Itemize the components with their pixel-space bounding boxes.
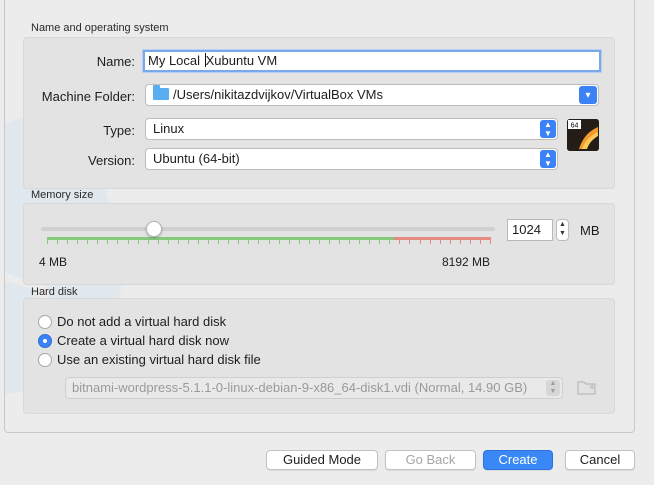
existing-disk-value: bitnami-wordpress-5.1.1-0-linux-debian-9… [72,380,528,395]
memory-unit: MB [580,223,600,238]
version-select[interactable]: Ubuntu (64-bit) ▲ ▼ [145,148,558,170]
memory-input[interactable]: 1024 [507,219,553,241]
radio-label: Create a virtual hard disk now [57,333,229,348]
memory-slider-track[interactable] [41,227,495,231]
go-back-button[interactable]: Go Back [385,450,476,470]
radio-button[interactable] [38,314,52,329]
name-text-a: My Local [148,53,204,68]
create-button[interactable]: Create [483,450,553,470]
radio-label: Use an existing virtual hard disk file [57,352,261,367]
memory-stepper[interactable]: ▲ ▼ [556,219,569,241]
cancel-button[interactable]: Cancel [565,450,635,470]
folder-icon [577,381,596,395]
guided-mode-button[interactable]: Guided Mode [266,450,378,470]
memory-slider-ticks [47,237,491,244]
ubuntu-os-icon: 64 [567,119,599,151]
memory-min-label: 4 MB [39,255,68,269]
memory-max-label: 8192 MB [442,255,491,269]
existing-disk-select[interactable]: bitnami-wordpress-5.1.1-0-linux-debian-9… [65,377,563,399]
memory-slider-thumb[interactable] [146,221,162,237]
machine-folder-label: Machine Folder: [41,89,135,104]
updown-chevron-icon: ▲ ▼ [540,120,556,138]
os-logo-graphic: 64 [567,119,599,151]
updown-chevron-icon: ▲ ▼ [546,380,560,396]
type-select[interactable]: Linux ▲ ▼ [145,118,558,140]
section-title-name-os: Name and operating system [31,22,169,34]
version-label: Version: [88,153,135,168]
section-title-hard-disk: Hard disk [31,286,78,298]
radio-button[interactable] [38,352,52,367]
type-value: Linux [153,121,185,136]
wizard-panel: Name and operating system Name: My Local… [4,0,635,433]
name-label: Name: [96,54,135,69]
machine-folder-value: /Users/nikitazdvijkov/VirtualBox VMs [173,87,383,102]
section-title-memory: Memory size [31,189,94,201]
os-badge: 64 [571,123,579,130]
choose-disk-file-button[interactable] [576,377,598,397]
radio-no-disk[interactable]: Do not add a virtual hard disk [38,314,226,329]
radio-existing-disk[interactable]: Use an existing virtual hard disk file [38,352,261,367]
folder-icon [153,85,169,100]
radio-label: Do not add a virtual hard disk [57,314,227,329]
name-input[interactable]: My Local Xubuntu VM [143,50,601,72]
radio-button-selected[interactable] [38,333,52,348]
chevron-down-icon: ▾ [579,86,597,104]
updown-chevron-icon: ▲ ▼ [540,150,556,168]
machine-folder-select[interactable]: /Users/nikitazdvijkov/VirtualBox VMs ▾ [145,84,599,106]
memory-ok-range [47,237,394,240]
version-value: Ubuntu (64-bit) [153,151,240,166]
memory-group [23,203,615,285]
memory-warn-range [394,237,491,240]
radio-create-disk[interactable]: Create a virtual hard disk now [38,333,229,348]
type-label: Type: [103,123,135,138]
name-text-b: Xubuntu VM [205,53,278,68]
